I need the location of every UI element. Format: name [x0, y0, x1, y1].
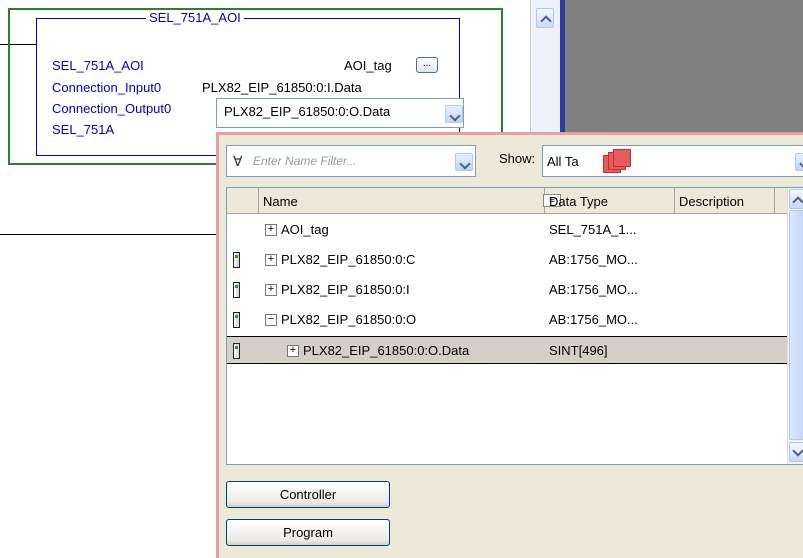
connection-output-label: Connection_Output0 — [52, 101, 172, 116]
expand-icon[interactable]: + — [287, 345, 299, 357]
aoi-tag-ellipsis-button[interactable]: ... — [416, 57, 438, 73]
tag-name-cell: PLX82_EIP_61850:0:C — [281, 252, 416, 267]
chevron-down-icon[interactable] — [795, 153, 803, 171]
connection-input-label: Connection_Input0 — [52, 80, 162, 95]
tag-list-grid: Name ≡ Data Type Description + AOI_tag SEL… — [226, 187, 803, 465]
expand-icon[interactable]: + — [265, 224, 277, 236]
expand-icon[interactable]: + — [265, 254, 277, 266]
target-label: SEL_751A — [52, 122, 115, 137]
data-type-cell: AB:1756_MO... — [549, 312, 638, 327]
aoi-name: SEL_751A_AOI — [52, 58, 144, 73]
connection-output-value: PLX82_EIP_61850:0:O.Data — [224, 104, 391, 119]
aoi-block-title: SEL_751A_AOI — [146, 10, 244, 25]
show-scope-value: All Ta — [547, 154, 579, 169]
controller-button[interactable]: Controller — [226, 481, 390, 508]
aoi-tag-label[interactable]: AOI_tag — [344, 58, 392, 73]
grid-header: Name ≡ Data Type Description — [227, 188, 787, 214]
data-type-cell: AB:1756_MO... — [549, 252, 638, 267]
expand-icon[interactable]: + — [265, 284, 277, 296]
column-header-description[interactable]: Description — [675, 188, 775, 214]
scroll-up-icon[interactable] — [789, 189, 803, 209]
tag-name-cell: AOI_tag — [281, 222, 329, 237]
collapse-icon[interactable]: − — [265, 314, 277, 326]
filter-icon[interactable]: ∀ — [233, 153, 243, 170]
tag-browser-popup: ∀ Enter Name Filter... Show: All Ta Name… — [216, 132, 803, 558]
module-icon — [233, 282, 240, 298]
show-scope-select[interactable]: All Ta — [542, 145, 803, 177]
scroll-down-icon[interactable] — [789, 442, 803, 462]
show-label: Show: — [499, 151, 536, 166]
table-row[interactable]: + AOI_tag SEL_751A_1... — [227, 216, 787, 244]
tag-stack-icon — [603, 148, 631, 174]
grid-vertical-scrollbar[interactable] — [787, 188, 803, 464]
table-row[interactable]: + PLX82_EIP_61850:0:C AB:1756_MO... — [227, 246, 787, 274]
column-header-data-type[interactable]: Data Type — [545, 188, 675, 214]
column-header-name[interactable]: Name ≡ — [259, 188, 561, 214]
program-button[interactable]: Program — [226, 519, 390, 546]
tag-name-cell: PLX82_EIP_61850:0:I — [281, 282, 410, 297]
chevron-down-icon[interactable] — [445, 105, 463, 123]
tag-name-cell: PLX82_EIP_61850:0:O — [281, 312, 417, 327]
filter-placeholder: Enter Name Filter... — [253, 154, 357, 168]
rung-wire-left — [0, 234, 216, 235]
chevron-down-icon[interactable] — [455, 153, 473, 171]
module-icon — [233, 312, 240, 328]
scroll-up-icon[interactable] — [536, 8, 554, 28]
data-type-cell: AB:1756_MO... — [549, 282, 638, 297]
connection-output-combo[interactable]: PLX82_EIP_61850:0:O.Data — [216, 98, 464, 128]
scroll-thumb[interactable] — [789, 210, 803, 440]
column-header-name-label: Name — [263, 194, 298, 209]
table-row[interactable]: + PLX82_EIP_61850:0:I AB:1756_MO... — [227, 276, 787, 304]
connection-input-value[interactable]: PLX82_EIP_61850:0:I.Data — [202, 80, 362, 95]
name-filter-input[interactable]: ∀ Enter Name Filter... — [226, 145, 476, 177]
data-type-cell: SEL_751A_1... — [549, 222, 637, 237]
table-row[interactable]: − PLX82_EIP_61850:0:O AB:1756_MO... — [227, 306, 787, 334]
data-type-cell: SINT[496] — [549, 343, 608, 358]
module-icon — [233, 343, 240, 359]
header-icon-column — [227, 188, 259, 214]
module-icon — [233, 252, 240, 268]
table-row[interactable]: + PLX82_EIP_61850:0:O.Data SINT[496] — [227, 336, 787, 364]
tag-name-cell: PLX82_EIP_61850:0:O.Data — [303, 343, 470, 358]
background-pane — [565, 0, 803, 135]
